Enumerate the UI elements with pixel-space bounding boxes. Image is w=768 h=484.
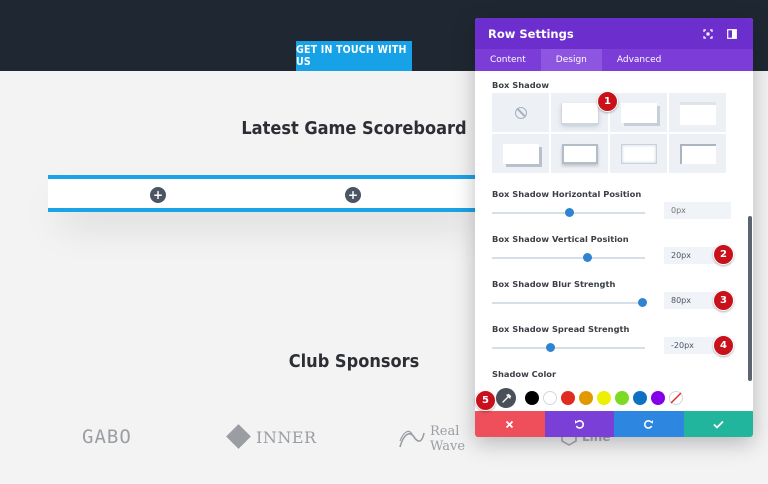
close-icon	[506, 420, 514, 428]
shadow-preset-corner-inset[interactable]	[669, 134, 726, 173]
spread-strength-slider[interactable]	[492, 343, 645, 352]
panel-header[interactable]: Row Settings	[475, 18, 753, 49]
no-shadow-icon	[514, 106, 527, 119]
checkmark-icon	[713, 420, 724, 429]
annotation-badge-1: 1	[597, 91, 618, 112]
row-settings-panel: Row Settings Content Design Advanced Box…	[475, 18, 753, 437]
annotation-badge-3: 3	[713, 290, 734, 311]
box-shadow-label: Box Shadow	[492, 80, 550, 90]
color-swatches	[475, 386, 753, 411]
panel-body: Box Shadow Box Shadow Horizontal Positio…	[475, 71, 753, 411]
add-module-button[interactable]: +	[345, 187, 361, 203]
sponsor-name-line1: Real	[430, 424, 460, 439]
vertical-position-slider[interactable]	[492, 253, 645, 262]
shadow-preset-bottom-left[interactable]	[492, 134, 549, 173]
shadow-preset-outline[interactable]	[551, 134, 608, 173]
shadow-preset-top-left[interactable]	[669, 93, 726, 132]
expand-icon[interactable]	[700, 26, 716, 42]
cancel-button[interactable]	[475, 411, 545, 437]
color-swatch-purple[interactable]	[651, 391, 665, 405]
undo-icon	[574, 419, 584, 429]
color-swatch-none[interactable]	[669, 391, 683, 405]
sponsor-name-line2: Wave	[430, 439, 466, 454]
slider-thumb[interactable]	[637, 298, 647, 307]
color-swatch-white[interactable]	[543, 391, 557, 405]
add-module-button[interactable]: +	[150, 187, 166, 203]
panel-title: Row Settings	[488, 26, 574, 41]
panel-action-bar	[475, 411, 753, 437]
slider-thumb[interactable]	[564, 208, 574, 217]
redo-button[interactable]	[614, 411, 684, 437]
sponsor-logo-inner: INNER	[226, 424, 317, 449]
tab-content[interactable]: Content	[475, 49, 541, 71]
diamond-logo-icon	[226, 424, 251, 449]
annotation-badge-5: 5	[475, 390, 496, 411]
color-swatch-black[interactable]	[525, 391, 539, 405]
blur-strength-label: Box Shadow Blur Strength	[492, 279, 616, 289]
undo-button[interactable]	[544, 411, 614, 437]
sponsor-name: INNER	[256, 427, 317, 447]
horizontal-position-input[interactable]	[664, 202, 731, 219]
shadow-preset-inset[interactable]	[610, 134, 667, 173]
tab-design[interactable]: Design	[540, 49, 602, 71]
color-swatch-green[interactable]	[615, 391, 629, 405]
horizontal-position-slider[interactable]	[492, 208, 645, 217]
annotation-badge-4: 4	[713, 335, 734, 356]
color-swatch-orange[interactable]	[579, 391, 593, 405]
eyedropper-icon[interactable]	[496, 388, 516, 408]
color-swatch-red[interactable]	[561, 391, 575, 405]
shadow-preset-bottom-right[interactable]	[610, 93, 667, 132]
blur-strength-slider[interactable]	[492, 298, 647, 307]
sidebar-toggle-icon[interactable]	[724, 26, 740, 42]
panel-scrollbar[interactable]	[748, 216, 752, 381]
save-button[interactable]	[683, 411, 753, 437]
redo-icon	[644, 419, 654, 429]
sponsor-logo-realwave: Real Wave	[398, 424, 465, 454]
panel-tabs: Content Design Advanced	[475, 49, 753, 71]
tab-advanced[interactable]: Advanced	[602, 49, 676, 71]
color-swatch-yellow[interactable]	[597, 391, 611, 405]
vertical-position-label: Box Shadow Vertical Position	[492, 234, 629, 244]
shadow-color-label: Shadow Color	[492, 369, 557, 379]
horizontal-position-label: Box Shadow Horizontal Position	[492, 189, 642, 199]
sponsor-logo-gabo: GABO	[82, 426, 132, 448]
spread-strength-label: Box Shadow Spread Strength	[492, 324, 630, 334]
shadow-preset-none[interactable]	[492, 93, 549, 132]
color-swatch-blue[interactable]	[633, 391, 647, 405]
wave-logo-icon	[399, 430, 425, 448]
slider-thumb[interactable]	[582, 253, 592, 262]
annotation-badge-2: 2	[713, 244, 734, 265]
slider-thumb[interactable]	[546, 343, 556, 352]
get-in-touch-button[interactable]: GET IN TOUCH WITH US	[296, 41, 412, 71]
scoreboard-row[interactable]: + +	[48, 175, 488, 212]
